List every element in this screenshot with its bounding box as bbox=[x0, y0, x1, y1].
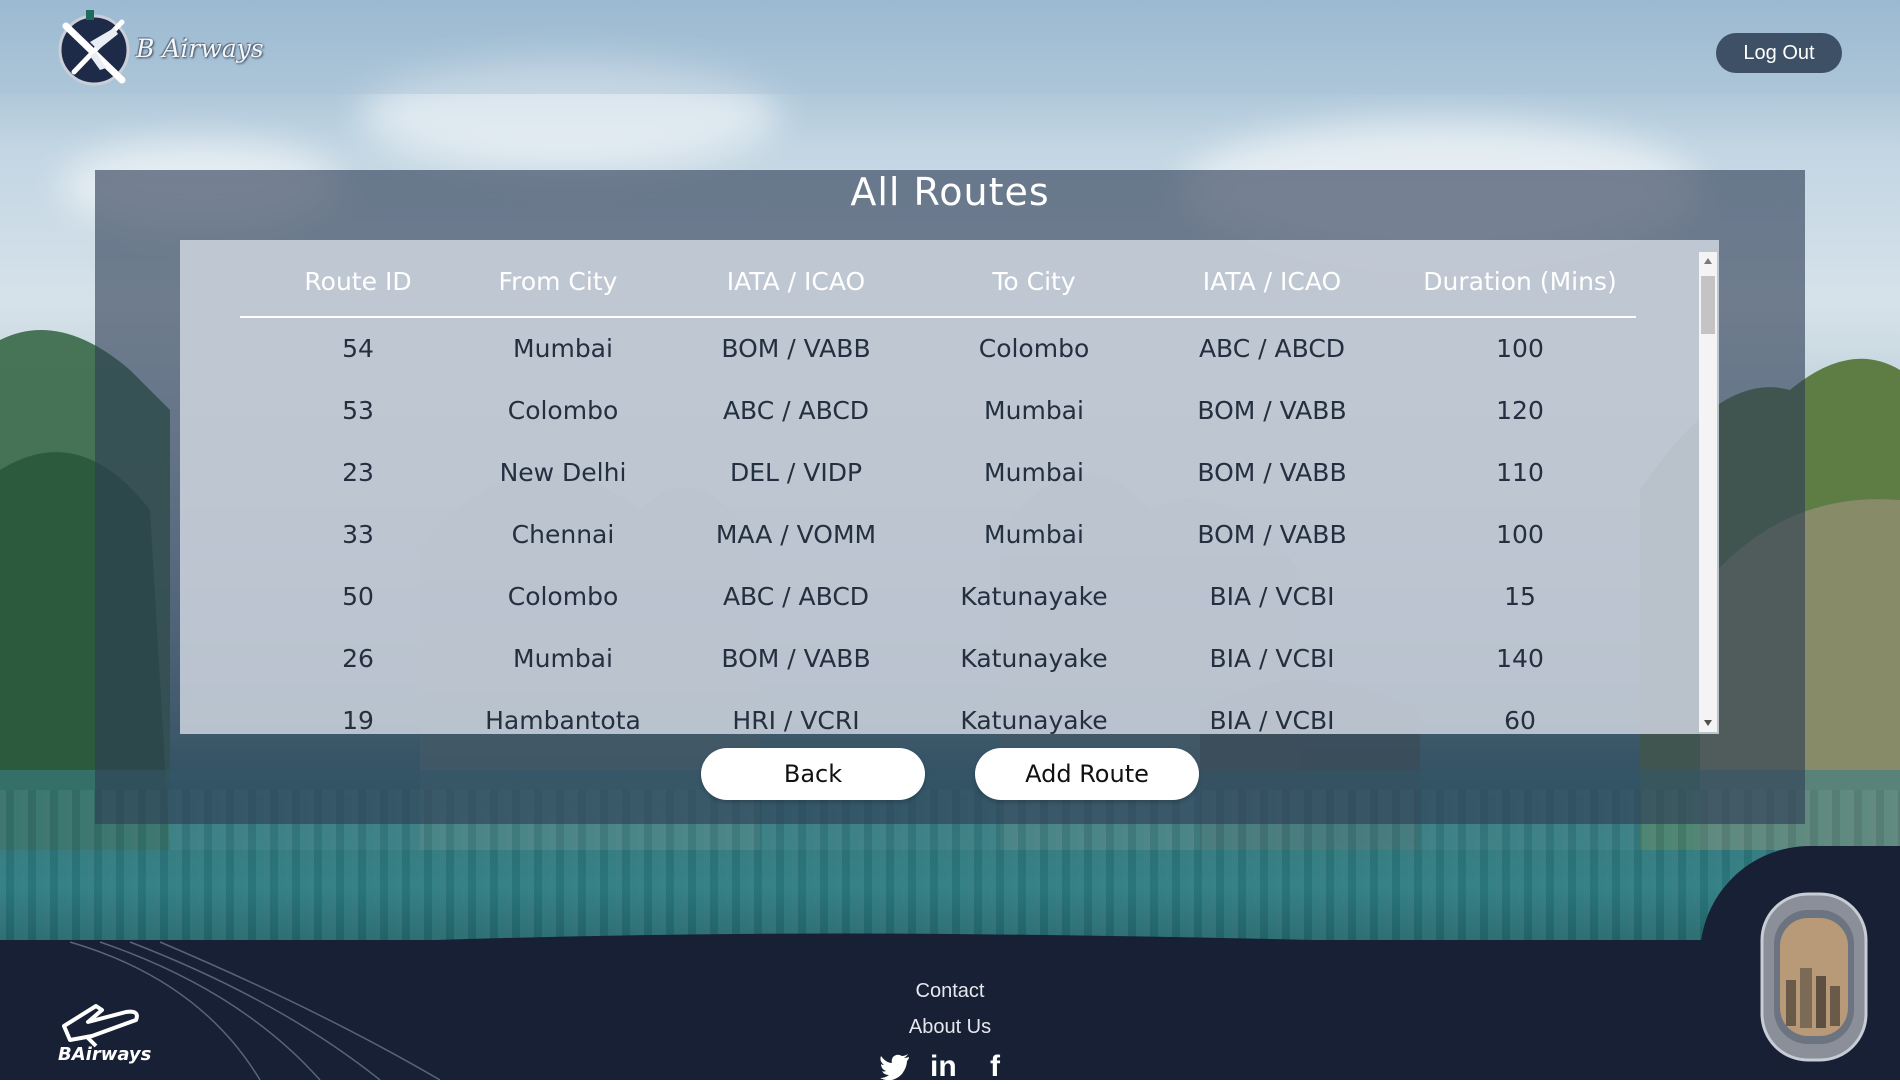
to-city-cell: Katunayake bbox=[960, 582, 1108, 611]
table-row: 26 Mumbai BOM / VABB Katunayake BIA / VC… bbox=[180, 628, 1719, 690]
duration-cell: 60 bbox=[1504, 706, 1536, 734]
from-city-cell: Colombo bbox=[507, 582, 619, 611]
linkedin-icon[interactable]: in bbox=[930, 1050, 957, 1084]
duration-cell: 120 bbox=[1496, 396, 1544, 425]
from-code-cell: MAA / VOMM bbox=[715, 520, 877, 549]
logout-button[interactable]: Log Out bbox=[1716, 33, 1842, 73]
routes-panel: All Routes Route ID From City IATA / ICA… bbox=[95, 170, 1805, 824]
add-route-button[interactable]: Add Route bbox=[975, 748, 1199, 800]
column-header-route-id: Route ID bbox=[304, 267, 412, 296]
column-header-from-city: From City bbox=[498, 267, 618, 296]
to-city-cell: Mumbai bbox=[984, 396, 1084, 425]
to-code-cell: BIA / VCBI bbox=[1209, 582, 1335, 611]
column-header-from-code: IATA / ICAO bbox=[726, 267, 866, 296]
to-code-cell: BOM / VABB bbox=[1197, 396, 1347, 425]
brand-name: B Airways bbox=[136, 34, 264, 63]
to-city-cell: Colombo bbox=[978, 334, 1090, 363]
to-city-cell: Mumbai bbox=[984, 458, 1084, 487]
to-city-cell: Katunayake bbox=[960, 706, 1108, 734]
scroll-up-arrow-icon[interactable] bbox=[1704, 258, 1712, 264]
column-header-duration: Duration (Mins) bbox=[1423, 267, 1617, 296]
footer-brand: BAirways bbox=[58, 1044, 152, 1065]
airline-logo-icon[interactable] bbox=[52, 6, 136, 90]
to-code-cell: ABC / ABCD bbox=[1198, 334, 1346, 363]
top-header: B Airways Log Out bbox=[0, 0, 1900, 94]
table-row: 33 Chennai MAA / VOMM Mumbai BOM / VABB … bbox=[180, 504, 1719, 566]
from-code-cell: DEL / VIDP bbox=[729, 458, 863, 487]
column-header-to-city: To City bbox=[992, 267, 1076, 296]
duration-cell: 110 bbox=[1496, 458, 1544, 487]
table-row: 53 Colombo ABC / ABCD Mumbai BOM / VABB … bbox=[180, 380, 1719, 442]
to-city-cell: Katunayake bbox=[960, 644, 1108, 673]
routes-table[interactable]: Route ID From City IATA / ICAO To City I… bbox=[180, 240, 1719, 734]
to-code-cell: BOM / VABB bbox=[1197, 458, 1347, 487]
from-city-cell: New Delhi bbox=[499, 458, 627, 487]
table-header: Route ID From City IATA / ICAO To City I… bbox=[240, 240, 1636, 318]
duration-cell: 100 bbox=[1496, 520, 1544, 549]
route-id-cell: 33 bbox=[342, 520, 374, 549]
duration-cell: 100 bbox=[1496, 334, 1544, 363]
column-header-to-code: IATA / ICAO bbox=[1202, 267, 1342, 296]
from-code-cell: ABC / ABCD bbox=[722, 396, 870, 425]
back-button[interactable]: Back bbox=[701, 748, 925, 800]
from-city-cell: Colombo bbox=[507, 396, 619, 425]
from-city-cell: Chennai bbox=[511, 520, 615, 549]
airplane-window-icon bbox=[1760, 892, 1868, 1062]
to-code-cell: BIA / VCBI bbox=[1209, 706, 1335, 734]
about-us-link[interactable]: About Us bbox=[0, 1016, 1900, 1039]
scroll-down-arrow-icon[interactable] bbox=[1704, 720, 1712, 726]
route-id-cell: 19 bbox=[342, 706, 374, 734]
table-row: 19 Hambantota HRI / VCRI Katunayake BIA … bbox=[180, 690, 1719, 734]
from-city-cell: Hambantota bbox=[485, 706, 641, 734]
facebook-icon[interactable]: f bbox=[990, 1050, 1000, 1084]
route-id-cell: 50 bbox=[342, 582, 374, 611]
route-id-cell: 53 bbox=[342, 396, 374, 425]
from-code-cell: ABC / ABCD bbox=[722, 582, 870, 611]
contact-link[interactable]: Contact bbox=[0, 980, 1900, 1003]
table-row: 23 New Delhi DEL / VIDP Mumbai BOM / VAB… bbox=[180, 442, 1719, 504]
scroll-thumb[interactable] bbox=[1701, 276, 1715, 334]
to-code-cell: BOM / VABB bbox=[1197, 520, 1347, 549]
from-code-cell: BOM / VABB bbox=[721, 644, 871, 673]
table-scrollbar[interactable] bbox=[1699, 252, 1717, 732]
twitter-icon[interactable] bbox=[880, 1054, 910, 1080]
from-code-cell: BOM / VABB bbox=[721, 334, 871, 363]
to-city-cell: Mumbai bbox=[984, 520, 1084, 549]
duration-cell: 15 bbox=[1504, 582, 1536, 611]
from-city-cell: Mumbai bbox=[513, 334, 613, 363]
page-title: All Routes bbox=[850, 170, 1050, 214]
table-row: 54 Mumbai BOM / VABB Colombo ABC / ABCD … bbox=[180, 318, 1719, 380]
table-row: 50 Colombo ABC / ABCD Katunayake BIA / V… bbox=[180, 566, 1719, 628]
route-id-cell: 54 bbox=[342, 334, 374, 363]
route-id-cell: 23 bbox=[342, 458, 374, 487]
from-code-cell: HRI / VCRI bbox=[732, 706, 860, 734]
duration-cell: 140 bbox=[1496, 644, 1544, 673]
to-code-cell: BIA / VCBI bbox=[1209, 644, 1335, 673]
from-city-cell: Mumbai bbox=[513, 644, 613, 673]
route-id-cell: 26 bbox=[342, 644, 374, 673]
